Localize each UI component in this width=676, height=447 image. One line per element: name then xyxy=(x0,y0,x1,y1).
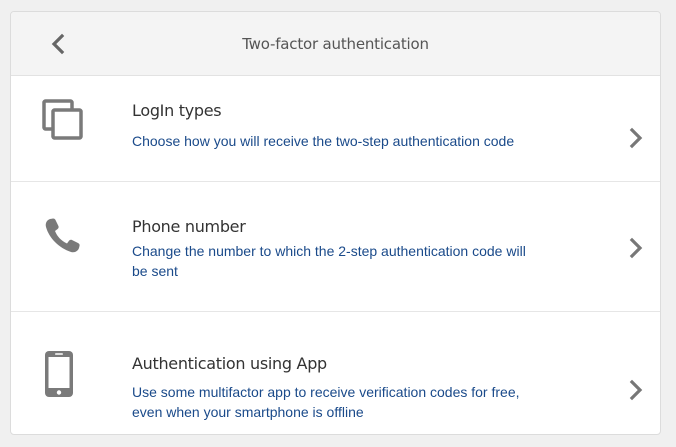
row-login-types[interactable]: LogIn types Choose how you will receive … xyxy=(11,76,660,182)
chevron-right-icon xyxy=(626,378,646,402)
chevron-right-icon xyxy=(626,236,646,260)
chevron-right-icon xyxy=(626,126,646,150)
row-description-login-types: Choose how you will receive the two-step… xyxy=(132,133,515,149)
two-factor-panel: Two-factor authentication LogIn types Ch… xyxy=(10,11,661,435)
row-description-phone-number: Change the number to which the 2-step au… xyxy=(132,243,526,279)
page-title: Two-factor authentication xyxy=(242,35,429,53)
row-phone-number[interactable]: Phone number Change the number to which … xyxy=(11,182,660,312)
row-title-phone-number: Phone number xyxy=(132,217,246,236)
row-title-authentication-app: Authentication using App xyxy=(132,354,327,373)
smartphone-icon xyxy=(41,350,85,397)
row-title-login-types: LogIn types xyxy=(132,101,222,120)
copy-squares-icon xyxy=(41,98,85,142)
phone-icon xyxy=(41,214,85,258)
row-description-authentication-app: Use some multifactor app to receive veri… xyxy=(132,384,520,420)
row-authentication-app[interactable]: Authentication using App Use some multif… xyxy=(11,312,660,434)
panel-header: Two-factor authentication xyxy=(11,12,660,76)
